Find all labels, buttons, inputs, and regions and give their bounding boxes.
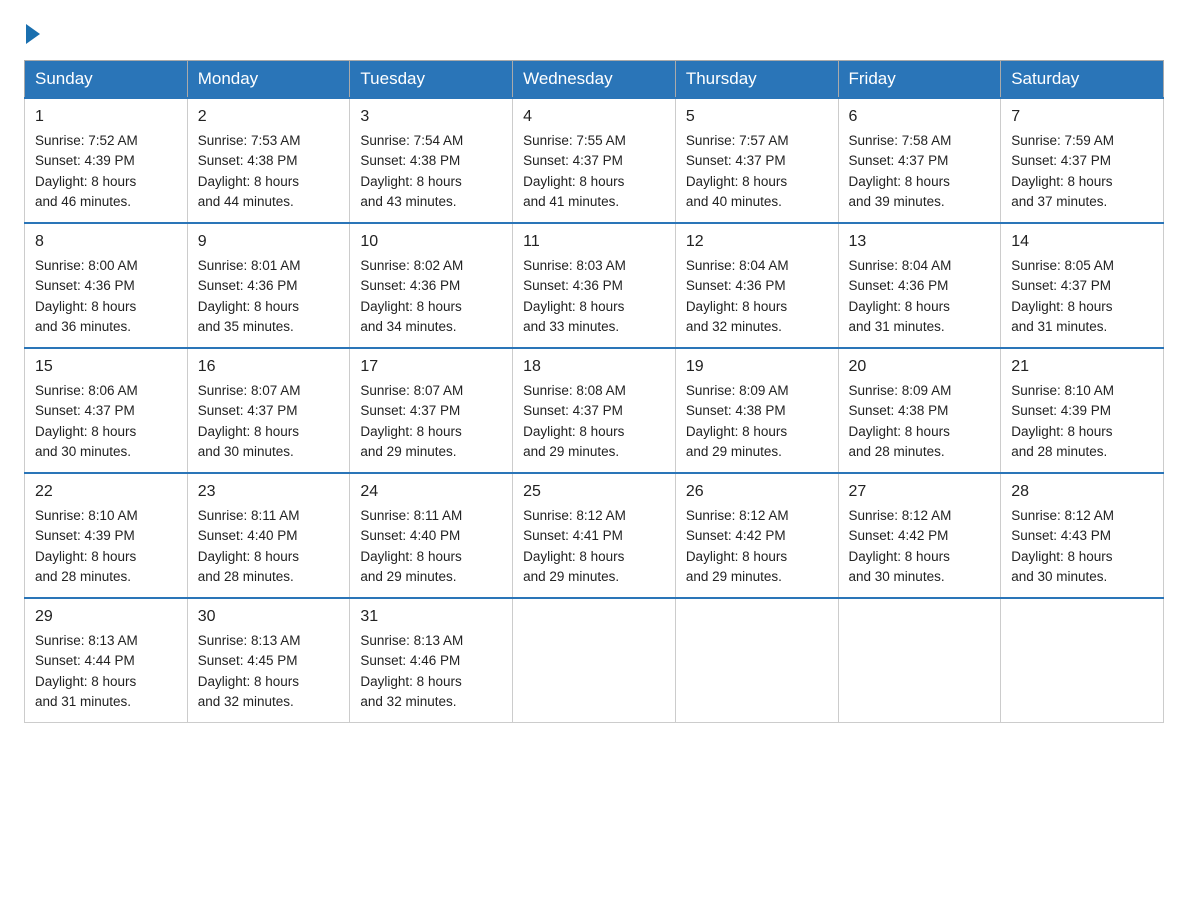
logo: [24, 24, 42, 44]
calendar-cell: 8Sunrise: 8:00 AMSunset: 4:36 PMDaylight…: [25, 223, 188, 348]
calendar-cell: [513, 598, 676, 723]
day-number: 20: [849, 355, 991, 379]
calendar-cell: 11Sunrise: 8:03 AMSunset: 4:36 PMDayligh…: [513, 223, 676, 348]
calendar-cell: 24Sunrise: 8:11 AMSunset: 4:40 PMDayligh…: [350, 473, 513, 598]
calendar-cell: 29Sunrise: 8:13 AMSunset: 4:44 PMDayligh…: [25, 598, 188, 723]
calendar-cell: 21Sunrise: 8:10 AMSunset: 4:39 PMDayligh…: [1001, 348, 1164, 473]
calendar-cell: [1001, 598, 1164, 723]
calendar-cell: 9Sunrise: 8:01 AMSunset: 4:36 PMDaylight…: [187, 223, 350, 348]
calendar-cell: 27Sunrise: 8:12 AMSunset: 4:42 PMDayligh…: [838, 473, 1001, 598]
calendar-cell: 10Sunrise: 8:02 AMSunset: 4:36 PMDayligh…: [350, 223, 513, 348]
calendar-cell: 20Sunrise: 8:09 AMSunset: 4:38 PMDayligh…: [838, 348, 1001, 473]
calendar-cell: 18Sunrise: 8:08 AMSunset: 4:37 PMDayligh…: [513, 348, 676, 473]
calendar-cell: [675, 598, 838, 723]
calendar-table: Sunday Monday Tuesday Wednesday Thursday…: [24, 60, 1164, 723]
calendar-cell: 3Sunrise: 7:54 AMSunset: 4:38 PMDaylight…: [350, 98, 513, 223]
logo-triangle-icon: [26, 24, 40, 44]
day-number: 23: [198, 480, 340, 504]
day-number: 21: [1011, 355, 1153, 379]
calendar-week-row: 8Sunrise: 8:00 AMSunset: 4:36 PMDaylight…: [25, 223, 1164, 348]
calendar-cell: 15Sunrise: 8:06 AMSunset: 4:37 PMDayligh…: [25, 348, 188, 473]
header-sunday: Sunday: [25, 61, 188, 99]
calendar-cell: 19Sunrise: 8:09 AMSunset: 4:38 PMDayligh…: [675, 348, 838, 473]
header-thursday: Thursday: [675, 61, 838, 99]
day-number: 8: [35, 230, 177, 254]
calendar-cell: 30Sunrise: 8:13 AMSunset: 4:45 PMDayligh…: [187, 598, 350, 723]
day-number: 11: [523, 230, 665, 254]
calendar-cell: 13Sunrise: 8:04 AMSunset: 4:36 PMDayligh…: [838, 223, 1001, 348]
calendar-cell: 31Sunrise: 8:13 AMSunset: 4:46 PMDayligh…: [350, 598, 513, 723]
calendar-cell: 12Sunrise: 8:04 AMSunset: 4:36 PMDayligh…: [675, 223, 838, 348]
calendar-cell: 2Sunrise: 7:53 AMSunset: 4:38 PMDaylight…: [187, 98, 350, 223]
calendar-week-row: 1Sunrise: 7:52 AMSunset: 4:39 PMDaylight…: [25, 98, 1164, 223]
day-number: 13: [849, 230, 991, 254]
day-number: 4: [523, 105, 665, 129]
day-number: 10: [360, 230, 502, 254]
calendar-cell: 4Sunrise: 7:55 AMSunset: 4:37 PMDaylight…: [513, 98, 676, 223]
calendar-cell: 25Sunrise: 8:12 AMSunset: 4:41 PMDayligh…: [513, 473, 676, 598]
header-friday: Friday: [838, 61, 1001, 99]
day-number: 15: [35, 355, 177, 379]
day-number: 22: [35, 480, 177, 504]
header-tuesday: Tuesday: [350, 61, 513, 99]
day-number: 5: [686, 105, 828, 129]
header-monday: Monday: [187, 61, 350, 99]
day-number: 29: [35, 605, 177, 629]
calendar-cell: 22Sunrise: 8:10 AMSunset: 4:39 PMDayligh…: [25, 473, 188, 598]
calendar-week-row: 15Sunrise: 8:06 AMSunset: 4:37 PMDayligh…: [25, 348, 1164, 473]
day-number: 30: [198, 605, 340, 629]
calendar-week-row: 29Sunrise: 8:13 AMSunset: 4:44 PMDayligh…: [25, 598, 1164, 723]
calendar-cell: 14Sunrise: 8:05 AMSunset: 4:37 PMDayligh…: [1001, 223, 1164, 348]
day-number: 19: [686, 355, 828, 379]
calendar-cell: 17Sunrise: 8:07 AMSunset: 4:37 PMDayligh…: [350, 348, 513, 473]
day-number: 1: [35, 105, 177, 129]
calendar-week-row: 22Sunrise: 8:10 AMSunset: 4:39 PMDayligh…: [25, 473, 1164, 598]
header-saturday: Saturday: [1001, 61, 1164, 99]
day-number: 27: [849, 480, 991, 504]
day-number: 17: [360, 355, 502, 379]
day-number: 12: [686, 230, 828, 254]
calendar-cell: 1Sunrise: 7:52 AMSunset: 4:39 PMDaylight…: [25, 98, 188, 223]
weekday-header-row: Sunday Monday Tuesday Wednesday Thursday…: [25, 61, 1164, 99]
calendar-cell: 5Sunrise: 7:57 AMSunset: 4:37 PMDaylight…: [675, 98, 838, 223]
day-number: 16: [198, 355, 340, 379]
day-number: 6: [849, 105, 991, 129]
day-number: 7: [1011, 105, 1153, 129]
day-number: 14: [1011, 230, 1153, 254]
calendar-cell: 26Sunrise: 8:12 AMSunset: 4:42 PMDayligh…: [675, 473, 838, 598]
header-wednesday: Wednesday: [513, 61, 676, 99]
calendar-cell: 7Sunrise: 7:59 AMSunset: 4:37 PMDaylight…: [1001, 98, 1164, 223]
page-header: [24, 24, 1164, 44]
calendar-cell: 6Sunrise: 7:58 AMSunset: 4:37 PMDaylight…: [838, 98, 1001, 223]
calendar-cell: 16Sunrise: 8:07 AMSunset: 4:37 PMDayligh…: [187, 348, 350, 473]
day-number: 31: [360, 605, 502, 629]
day-number: 9: [198, 230, 340, 254]
day-number: 3: [360, 105, 502, 129]
day-number: 2: [198, 105, 340, 129]
day-number: 26: [686, 480, 828, 504]
calendar-cell: 28Sunrise: 8:12 AMSunset: 4:43 PMDayligh…: [1001, 473, 1164, 598]
day-number: 18: [523, 355, 665, 379]
day-number: 28: [1011, 480, 1153, 504]
day-number: 25: [523, 480, 665, 504]
day-number: 24: [360, 480, 502, 504]
calendar-cell: 23Sunrise: 8:11 AMSunset: 4:40 PMDayligh…: [187, 473, 350, 598]
calendar-cell: [838, 598, 1001, 723]
